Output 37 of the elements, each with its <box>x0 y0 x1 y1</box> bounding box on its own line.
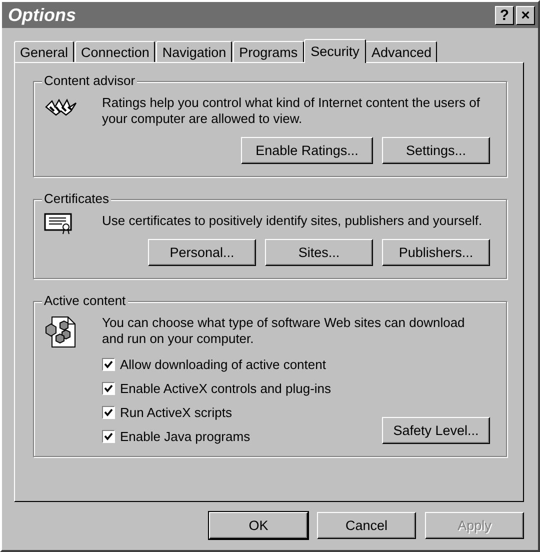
push-button[interactable]: Sites... <box>265 239 373 266</box>
checkmark-icon <box>104 384 113 393</box>
checkmark-icon <box>104 408 113 417</box>
dialog-button[interactable]: Cancel <box>317 512 416 539</box>
certificate-icon <box>44 213 74 235</box>
description-text: You can choose what type of software Web sites can download and run on your computer. <box>102 315 466 347</box>
push-button[interactable]: Enable Ratings... <box>241 137 373 164</box>
close-button[interactable]: × <box>516 6 535 24</box>
group-title: Active content <box>42 293 128 308</box>
checkbox[interactable] <box>102 358 115 371</box>
checkbox[interactable] <box>102 406 115 419</box>
checkbox-label: Enable Java programs <box>120 429 250 444</box>
checkbox-label: Enable ActiveX controls and plug-ins <box>120 381 332 396</box>
checkmark-icon <box>104 360 113 369</box>
tab[interactable]: General <box>14 41 74 62</box>
checkbox-label: Run ActiveX scripts <box>120 405 232 420</box>
checkbox[interactable] <box>102 430 115 443</box>
checkbox[interactable] <box>102 382 115 395</box>
checkbox-label: Allow downloading of active content <box>120 357 326 372</box>
dialog-button[interactable]: OK <box>209 512 308 539</box>
checkmark-icon <box>104 432 113 441</box>
tab[interactable]: Advanced <box>365 41 438 62</box>
tab[interactable]: Navigation <box>156 41 232 62</box>
push-button[interactable]: Safety Level... <box>382 417 490 444</box>
tab[interactable]: Connection <box>75 41 156 62</box>
group-title: Certificates <box>42 191 112 206</box>
help-button[interactable]: ? <box>495 6 514 24</box>
tab[interactable]: Security <box>304 39 366 63</box>
window-title: Options <box>8 4 76 26</box>
push-button[interactable]: Publishers... <box>382 239 490 266</box>
description-text: Ratings help you control what kind of Internet content the users of your computer are allowed to view. <box>102 95 481 127</box>
push-button[interactable]: Settings... <box>382 137 490 164</box>
cubes-document-icon <box>44 315 78 349</box>
tab[interactable]: Programs <box>233 41 304 62</box>
description-text: Use certificates to positively identify sites, publishers and yourself. <box>102 213 484 229</box>
push-button[interactable]: Personal... <box>148 239 256 266</box>
group-title: Content advisor <box>42 73 138 88</box>
